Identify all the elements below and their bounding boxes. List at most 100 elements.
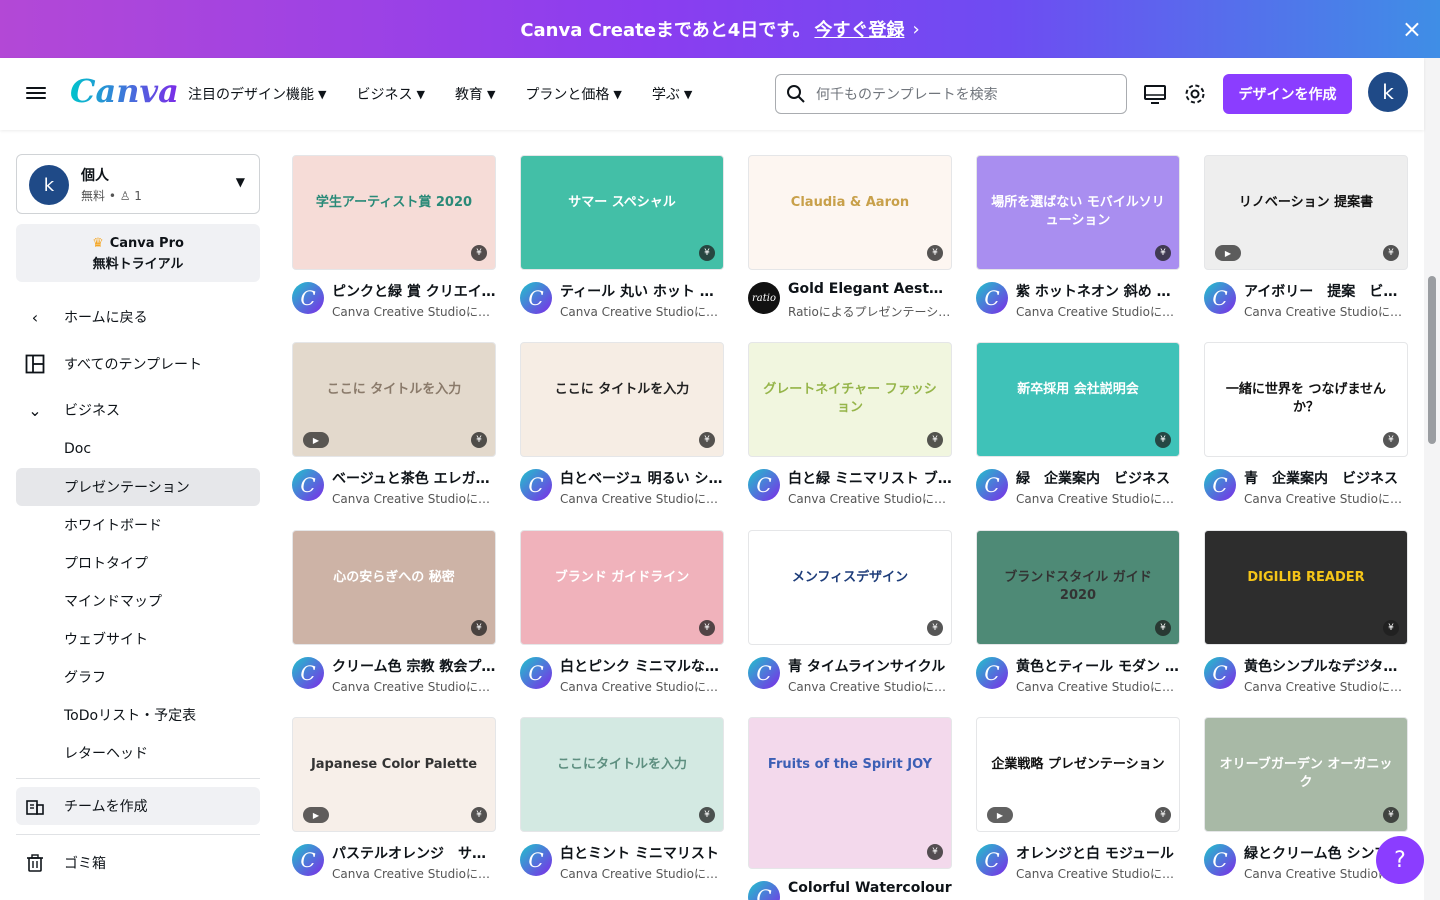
- template-creator[interactable]: Canva Creative Studioによる: [1244, 490, 1408, 507]
- template-thumbnail[interactable]: 新卒採用 会社説明会 ¥: [976, 342, 1180, 457]
- creator-avatar[interactable]: C: [520, 844, 552, 876]
- template-card[interactable]: ブランドスタイル ガイド 2020 ¥ C 黄色とティール モダン ブランド Canva…: [976, 530, 1180, 703]
- creator-avatar[interactable]: C: [292, 282, 324, 314]
- template-card[interactable]: リノベーション 提案書 ▶ ¥ C アイボリー 提案 ビジネス Canva Creativ…: [1204, 155, 1408, 328]
- template-thumbnail[interactable]: サマー スペシャル ¥: [520, 155, 724, 270]
- sidebar-item-doc[interactable]: Doc: [16, 430, 260, 468]
- template-title[interactable]: 白とベージュ 明るい シンプル: [560, 468, 724, 488]
- template-card[interactable]: ブランド ガイドライン ¥ C 白とピンク ミニマルなブランド Canva Creati…: [520, 530, 724, 703]
- banner-register-link[interactable]: 今すぐ登録: [814, 16, 904, 42]
- close-icon[interactable]: ×: [1402, 17, 1422, 41]
- sidebar-item-todo[interactable]: ToDoリスト・予定表: [16, 696, 260, 734]
- template-card[interactable]: DIGILIB READER ¥ C 黄色シンプルなデジタルリーダー Canva Cre…: [1204, 530, 1408, 703]
- sidebar-item-website[interactable]: ウェブサイト: [16, 620, 260, 658]
- template-thumbnail[interactable]: オリーブガーデン オーガニック ¥: [1204, 717, 1408, 832]
- template-creator[interactable]: Canva Creative Studioによる: [332, 678, 496, 695]
- template-title[interactable]: 青 企業案内 ビジネス: [1244, 468, 1408, 488]
- template-card[interactable]: ここに タイトルを入力 ¥ C 白とベージュ 明るい シンプル Canva Creati…: [520, 342, 724, 515]
- nav-business[interactable]: ビジネス ▼: [356, 84, 424, 104]
- avatar[interactable]: k: [1368, 72, 1408, 112]
- template-card[interactable]: 新卒採用 会社説明会 ¥ C 緑 企業案内 ビジネス Canva Creative St…: [976, 342, 1180, 515]
- template-title[interactable]: オレンジと白 モジュール: [1016, 843, 1180, 863]
- creator-avatar[interactable]: C: [748, 469, 780, 501]
- template-card[interactable]: グレートネイチャー ファッション ¥ C 白と緑 ミニマリスト ブランド Canva C…: [748, 342, 952, 515]
- template-thumbnail[interactable]: ここに タイトルを入力 ¥: [520, 342, 724, 457]
- template-card[interactable]: 心の安らぎへの 秘密 ¥ C クリーム色 宗教 教会プレゼン Canva Creativ…: [292, 530, 496, 703]
- sidebar-item-create-team[interactable]: チームを作成: [16, 787, 260, 825]
- template-thumbnail[interactable]: リノベーション 提案書 ▶ ¥: [1204, 155, 1408, 270]
- pro-trial-button[interactable]: ♛ Canva Pro 無料トライアル: [16, 224, 260, 282]
- template-title[interactable]: ティール 丸い ホット ネオン: [560, 281, 724, 301]
- template-thumbnail[interactable]: Fruits of the Spirit JOY ¥: [748, 717, 952, 869]
- template-card[interactable]: 学生アーティスト賞 2020 ¥ C ピンクと緑 賞 クリエイティブ Canva Cre…: [292, 155, 496, 328]
- hamburger-menu-icon[interactable]: [26, 84, 46, 104]
- template-title[interactable]: 白とピンク ミニマルなブランド: [560, 656, 724, 676]
- template-thumbnail[interactable]: ここにタイトルを入力 ¥: [520, 717, 724, 832]
- sidebar-item-letterhead[interactable]: レターヘッド: [16, 734, 260, 772]
- template-thumbnail[interactable]: ここに タイトルを入力 ▶ ¥: [292, 342, 496, 457]
- gear-icon[interactable]: [1183, 82, 1207, 106]
- creator-avatar[interactable]: C: [976, 657, 1008, 689]
- template-title[interactable]: ベージュと茶色 エレガント: [332, 468, 496, 488]
- sidebar-item-trash[interactable]: ゴミ箱: [16, 844, 260, 882]
- template-title[interactable]: Gold Elegant Aesthetic: [788, 281, 952, 297]
- template-thumbnail[interactable]: 企業戦略 プレゼンテーション ▶ ¥: [976, 717, 1180, 832]
- template-thumbnail[interactable]: 場所を選ばない モバイルソリューション ¥: [976, 155, 1180, 270]
- page-scrollbar[interactable]: [1424, 58, 1440, 900]
- template-creator[interactable]: Canva Creative Studioによる: [560, 303, 724, 320]
- creator-avatar[interactable]: C: [976, 282, 1008, 314]
- template-card[interactable]: Japanese Color Palette ▶ ¥ C パステルオレンジ サーフ Can…: [292, 717, 496, 890]
- template-title[interactable]: 白とミント ミニマリスト: [560, 843, 724, 863]
- chevron-right-icon[interactable]: ›: [912, 19, 919, 40]
- template-creator[interactable]: Canva Creative Studioによる: [332, 303, 496, 320]
- sidebar-item-mindmap[interactable]: マインドマップ: [16, 582, 260, 620]
- template-title[interactable]: 黄色シンプルなデジタルリーダー: [1244, 656, 1408, 676]
- sidebar-item-prototype[interactable]: プロトタイプ: [16, 544, 260, 582]
- creator-avatar[interactable]: C: [748, 657, 780, 689]
- template-creator[interactable]: Canva Creative Studioによる: [1244, 303, 1408, 320]
- creator-avatar[interactable]: C: [1204, 282, 1236, 314]
- template-card[interactable]: 一緒に世界を つなげませんか？ ¥ C 青 企業案内 ビジネス Canva Creati…: [1204, 342, 1408, 515]
- sidebar-item-whiteboard[interactable]: ホワイトボード: [16, 506, 260, 544]
- template-creator[interactable]: Canva Creative Studioによる: [1016, 490, 1180, 507]
- creator-avatar[interactable]: C: [520, 657, 552, 689]
- creator-avatar[interactable]: C: [520, 469, 552, 501]
- template-thumbnail[interactable]: Japanese Color Palette ▶ ¥: [292, 717, 496, 832]
- creator-avatar[interactable]: C: [292, 469, 324, 501]
- template-title[interactable]: クリーム色 宗教 教会プレゼン: [332, 656, 496, 676]
- template-creator[interactable]: Ratioによるプレゼンテーション: [788, 303, 952, 320]
- template-creator[interactable]: Canva Creative Studioによる: [1016, 303, 1180, 320]
- template-title[interactable]: ピンクと緑 賞 クリエイティブ: [332, 281, 496, 301]
- nav-featured[interactable]: 注目のデザイン機能 ▼: [188, 84, 326, 104]
- template-creator[interactable]: Canva Creative Studioによる: [1016, 865, 1180, 882]
- creator-avatar[interactable]: C: [1204, 844, 1236, 876]
- creator-avatar[interactable]: C: [976, 469, 1008, 501]
- template-title[interactable]: 黄色とティール モダン ブランド: [1016, 656, 1180, 676]
- creator-avatar[interactable]: C: [748, 881, 780, 900]
- template-card[interactable]: 企業戦略 プレゼンテーション ▶ ¥ C オレンジと白 モジュール Canva Creat…: [976, 717, 1180, 890]
- template-thumbnail[interactable]: ブランド ガイドライン ¥: [520, 530, 724, 645]
- template-creator[interactable]: Canva Creative Studioによる: [788, 678, 952, 695]
- template-creator[interactable]: Canva Creative Studioによる: [332, 865, 496, 882]
- nav-education[interactable]: 教育 ▼: [455, 84, 495, 104]
- template-card[interactable]: Claudia & Aaron ¥ ratio Gold Elegant Aesthe…: [748, 155, 952, 328]
- creator-avatar[interactable]: ratio: [748, 282, 780, 314]
- template-creator[interactable]: Canva Creative Studioによる: [788, 490, 952, 507]
- template-card[interactable]: Fruits of the Spirit JOY ¥ C Colorful Water…: [748, 717, 952, 900]
- create-design-button[interactable]: デザインを作成: [1223, 74, 1352, 114]
- sidebar-item-back-home[interactable]: ‹ ホームに戻る: [16, 298, 260, 336]
- template-title[interactable]: 紫 ホットネオン 斜め モバイル: [1016, 281, 1180, 301]
- template-title[interactable]: 青 タイムラインサイクル: [788, 656, 952, 676]
- creator-avatar[interactable]: C: [292, 844, 324, 876]
- creator-avatar[interactable]: C: [520, 282, 552, 314]
- desktop-app-icon[interactable]: [1143, 82, 1167, 106]
- nav-pricing[interactable]: プランと価格 ▼: [525, 84, 621, 104]
- creator-avatar[interactable]: C: [292, 657, 324, 689]
- template-creator[interactable]: Canva Creative Studioによる: [1244, 678, 1408, 695]
- template-title[interactable]: アイボリー 提案 ビジネス: [1244, 281, 1408, 301]
- template-thumbnail[interactable]: メンフィスデザイン ¥: [748, 530, 952, 645]
- template-thumbnail[interactable]: Claudia & Aaron ¥: [748, 155, 952, 270]
- search-input[interactable]: 何千ものテンプレートを検索: [775, 74, 1127, 114]
- nav-learn[interactable]: 学ぶ ▼: [652, 84, 692, 104]
- template-card[interactable]: 場所を選ばない モバイルソリューション ¥ C 紫 ホットネオン 斜め モバイル Can…: [976, 155, 1180, 328]
